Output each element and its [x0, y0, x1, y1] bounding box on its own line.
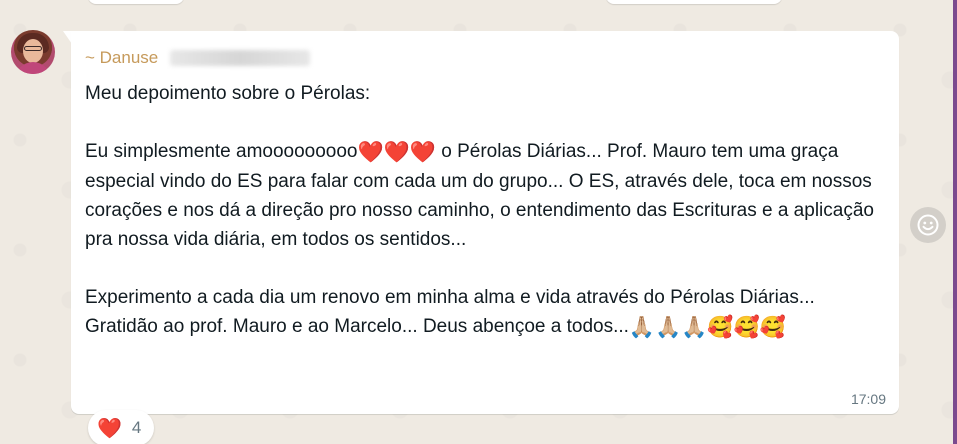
closing-emojis: 🙏🏼🙏🏼🙏🏼🥰🥰🥰	[628, 316, 786, 339]
message-time: 17:09	[850, 391, 886, 407]
message-reactions[interactable]: ❤️ 4	[88, 410, 154, 444]
avatar-shirt	[15, 62, 51, 74]
avatar-glasses	[24, 46, 42, 51]
sender-phone-redacted	[170, 50, 311, 66]
heart-emojis: ❤️❤️❤️	[357, 141, 436, 164]
window-edge	[953, 0, 957, 444]
previous-message-bubble[interactable]	[606, 0, 782, 4]
message-title-line: Meu depoimento sobre o Pérolas:	[85, 83, 371, 104]
avatar-face	[23, 39, 43, 63]
message-text: Meu depoimento sobre o Pérolas: Eu simpl…	[85, 79, 885, 342]
smiley-face-icon	[917, 214, 939, 236]
message-bubble[interactable]: ~ Danuse Meu depoimento sobre o Pérolas:…	[71, 31, 899, 414]
previous-message-reaction[interactable]	[88, 0, 184, 4]
sender-avatar[interactable]	[11, 30, 55, 74]
reaction-count: 4	[131, 418, 142, 437]
sender-name[interactable]: ~ Danuse	[85, 48, 158, 68]
react-button[interactable]	[910, 207, 946, 243]
sender-row: ~ Danuse	[85, 48, 311, 68]
heart-reaction-emoji: ❤️	[97, 417, 122, 440]
paragraph-1-start: Eu simplesmente amooooooooo	[85, 141, 358, 162]
